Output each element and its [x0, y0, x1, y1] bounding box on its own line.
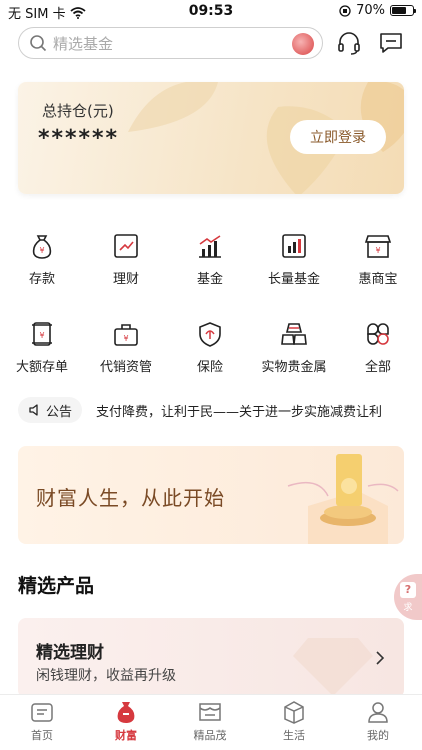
floating-help-label: 求 [403, 602, 413, 613]
svg-text:¥: ¥ [39, 246, 44, 255]
question-icon: ? [400, 581, 416, 598]
grid-item-huishangbao[interactable]: ¥ 惠商宝 [336, 232, 420, 287]
product-subtitle: 闲钱理财，收益再升级 [36, 668, 176, 684]
grid-item-label: 基金 [196, 272, 223, 287]
tab-profile[interactable]: 我的 [336, 699, 420, 743]
diamond-decoration [293, 638, 373, 696]
promo-banner[interactable]: 财富人生，从此开始 [18, 446, 404, 544]
grid-item-insurance[interactable]: 保险 [168, 320, 252, 375]
login-button[interactable]: 立即登录 [290, 120, 386, 154]
gold-bars-icon [281, 323, 307, 345]
grid-item-precious-metal[interactable]: 实物贵金属 [252, 320, 336, 375]
tab-label: 我的 [367, 729, 389, 742]
search-row: 精选基金 [0, 24, 422, 64]
life-box-icon [284, 701, 304, 724]
grid-item-all[interactable]: 全部 [336, 320, 420, 375]
svg-text:¥: ¥ [39, 331, 44, 340]
tab-label: 生活 [283, 729, 305, 742]
product-card[interactable]: 精选理财 闲钱理财，收益再升级 [18, 618, 404, 698]
grid-item-fund[interactable]: 基金 [168, 232, 252, 287]
bar-growth-icon [199, 235, 221, 258]
money-bag-icon: ¥ [32, 235, 52, 259]
store-icon: ¥ [364, 235, 392, 258]
status-right: 70% [339, 3, 416, 18]
shield-icon [199, 322, 221, 347]
tab-bar: 首页 财富 精品茂 生活 我的 [0, 694, 422, 750]
grid-item-label: 代销资管 [99, 360, 152, 375]
battery-percent: 70% [356, 3, 385, 18]
grid-item-label: 长量基金 [267, 272, 320, 287]
grid-item-label: 存款 [28, 272, 55, 287]
announcement-tag: 公告 [18, 397, 83, 423]
battery-fill [392, 7, 406, 14]
orientation-lock-icon [339, 4, 351, 17]
section-title: 精选产品 [18, 575, 95, 597]
bar-chart-icon [282, 234, 306, 258]
grid-item-large-cd[interactable]: ¥ 大额存单 [0, 320, 84, 375]
scroll-icon: ¥ [32, 322, 52, 346]
holdings-title: 总持仓(元) [42, 102, 114, 120]
grid-item-label: 惠商宝 [358, 272, 398, 287]
bank-logo-icon[interactable] [292, 33, 314, 55]
tab-life[interactable]: 生活 [252, 699, 336, 743]
tab-home[interactable]: 首页 [0, 699, 84, 743]
grid-item-label: 保险 [196, 360, 223, 375]
product-title: 精选理财 [36, 643, 104, 663]
announcement-text[interactable]: 支付降费，让利于民——关于进一步实施减费让利 [96, 401, 396, 420]
profile-icon [368, 702, 388, 723]
battery-icon [390, 5, 416, 16]
search-input[interactable]: 精选基金 [18, 27, 323, 59]
banner-text: 财富人生，从此开始 [36, 486, 225, 510]
grid-item-label: 全部 [364, 360, 391, 375]
banner-illustration [287, 454, 399, 544]
grid-item-wealth[interactable]: 理财 [84, 232, 168, 287]
tab-label: 首页 [31, 729, 53, 742]
grid-item-asset-mgmt[interactable]: ¥ 代销资管 [84, 320, 168, 375]
tab-label: 精品茂 [193, 729, 227, 742]
floating-help-button[interactable]: ? 求 [394, 574, 422, 620]
grid-item-changliang-fund[interactable]: 长量基金 [252, 232, 336, 287]
all-grid-icon [367, 323, 389, 345]
briefcase-icon: ¥ [114, 324, 138, 346]
home-icon [31, 703, 53, 722]
tab-wealth[interactable]: 财富 [84, 699, 168, 743]
announcement-bar[interactable]: 公告 支付降费，让利于民——关于进一步实施减费让利 [18, 396, 408, 424]
headset-icon[interactable] [336, 30, 362, 56]
message-icon[interactable] [378, 30, 404, 56]
search-icon [30, 35, 47, 52]
holdings-card: 总持仓(元) ****** 立即登录 [18, 82, 404, 194]
search-placeholder: 精选基金 [53, 34, 114, 53]
announcement-tag-label: 公告 [46, 404, 73, 420]
grid-item-label: 理财 [112, 272, 139, 287]
svg-text:¥: ¥ [123, 334, 128, 343]
wealth-bag-icon [117, 702, 135, 723]
status-bar: 无 SIM 卡 09:53 70% [0, 0, 422, 24]
grid-item-label: 实物贵金属 [261, 360, 327, 375]
ginkgo-leaf-decoration [128, 82, 218, 132]
speaker-icon [29, 404, 38, 416]
holdings-value: ****** [38, 126, 120, 151]
svg-text:¥: ¥ [375, 246, 380, 255]
chart-trend-icon [114, 234, 138, 258]
tab-label: 财富 [115, 729, 137, 742]
grid-item-deposit[interactable]: ¥ 存款 [0, 232, 84, 287]
chevron-right-icon [376, 651, 385, 665]
tab-mall[interactable]: 精品茂 [168, 699, 252, 743]
grid-item-label: 大额存单 [15, 360, 68, 375]
mall-icon [199, 703, 221, 721]
